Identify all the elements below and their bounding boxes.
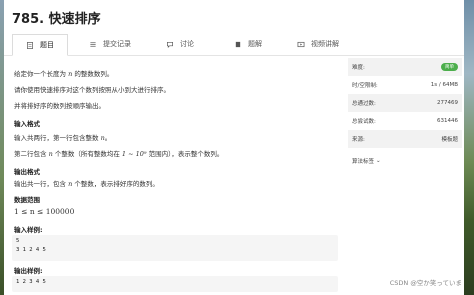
description-line-3: 并将排好序的数列按顺序输出。: [14, 102, 105, 110]
info-value: 模板题: [441, 137, 458, 143]
tab-label: 提交记录: [103, 40, 131, 48]
tab-bar: 题目 提交记录 讨论 题解 视频讲解: [4, 34, 464, 56]
info-value: 1s / 64MB: [430, 82, 458, 88]
sample-input-heading: 输入样例:: [14, 226, 43, 234]
algorithm-tags-toggle[interactable]: 算法标签 ⌄: [348, 152, 462, 170]
info-row-source: 来源: 模板题: [348, 130, 462, 148]
info-row-difficulty: 难度: 简单: [348, 58, 462, 76]
output-format-heading: 输出格式: [14, 168, 40, 176]
tags-label: 算法标签: [352, 159, 375, 165]
chat-icon: [167, 41, 173, 48]
info-row-passed: 总通过数: 277469: [348, 94, 462, 112]
data-range-value: 1 ≤ n ≤ 100000: [14, 207, 75, 216]
input-format-line-2: 第二行包含 n 个整数（所有整数均在 1 ~ 10⁹ 范围内），表示整个数列。: [14, 150, 224, 158]
sample-output-code[interactable]: 1 2 3 4 5: [12, 276, 338, 292]
info-label: 总尝试数:: [352, 119, 376, 125]
csdn-watermark: CSDN @空か笑っていま: [389, 279, 462, 287]
tab-label: 题解: [248, 40, 262, 48]
video-icon: [297, 41, 305, 47]
info-label: 时/空限制:: [352, 83, 378, 89]
tab-solutions[interactable]: 题解: [216, 33, 280, 55]
tab-video[interactable]: 视频讲解: [286, 33, 350, 55]
info-label: 总通过数:: [352, 101, 376, 107]
tab-label: 讨论: [180, 40, 194, 48]
background-scenery-right: [464, 0, 474, 295]
info-value: 277469: [437, 100, 458, 106]
sample-output-heading: 输出样例:: [14, 267, 43, 275]
list-icon: [90, 41, 96, 47]
sample-input-code[interactable]: 5 3 1 2 4 5: [12, 235, 338, 261]
tab-discussion[interactable]: 讨论: [148, 33, 212, 55]
tab-label: 题目: [40, 41, 54, 49]
info-row-attempts: 总尝试数: 631446: [348, 112, 462, 130]
code-line: 3 1 2 4 5: [16, 247, 46, 253]
code-line: 5: [16, 238, 20, 244]
info-row-limits: 时/空限制: 1s / 64MB: [348, 76, 462, 94]
description-line-1: 给定你一个长度为 n 的整数数列。: [14, 70, 114, 78]
input-format-heading: 输入格式: [14, 120, 40, 128]
info-label: 难度:: [352, 65, 365, 71]
chevron-down-icon: ⌄: [376, 158, 381, 164]
info-value: 631446: [437, 118, 458, 124]
output-format-line: 输出共一行，包含 n 个整数，表示排好序的数列。: [14, 180, 159, 188]
book-icon: [235, 41, 241, 47]
tab-submissions[interactable]: 提交记录: [78, 33, 142, 55]
tab-problem[interactable]: 题目: [12, 34, 68, 56]
info-label: 来源:: [352, 137, 365, 143]
code-line: 1 2 3 4 5: [16, 279, 46, 285]
input-format-line-1: 输入共两行，第一行包含整数 n。: [14, 134, 112, 142]
page-title: 785. 快速排序: [12, 12, 101, 27]
description-line-2: 请你使用快速排序对这个数列按照从小到大进行排序。: [14, 86, 170, 94]
difficulty-badge: 简单: [441, 63, 458, 71]
tab-label: 视频讲解: [311, 40, 339, 48]
document-icon: [27, 41, 33, 49]
data-range-heading: 数据范围: [14, 196, 40, 204]
